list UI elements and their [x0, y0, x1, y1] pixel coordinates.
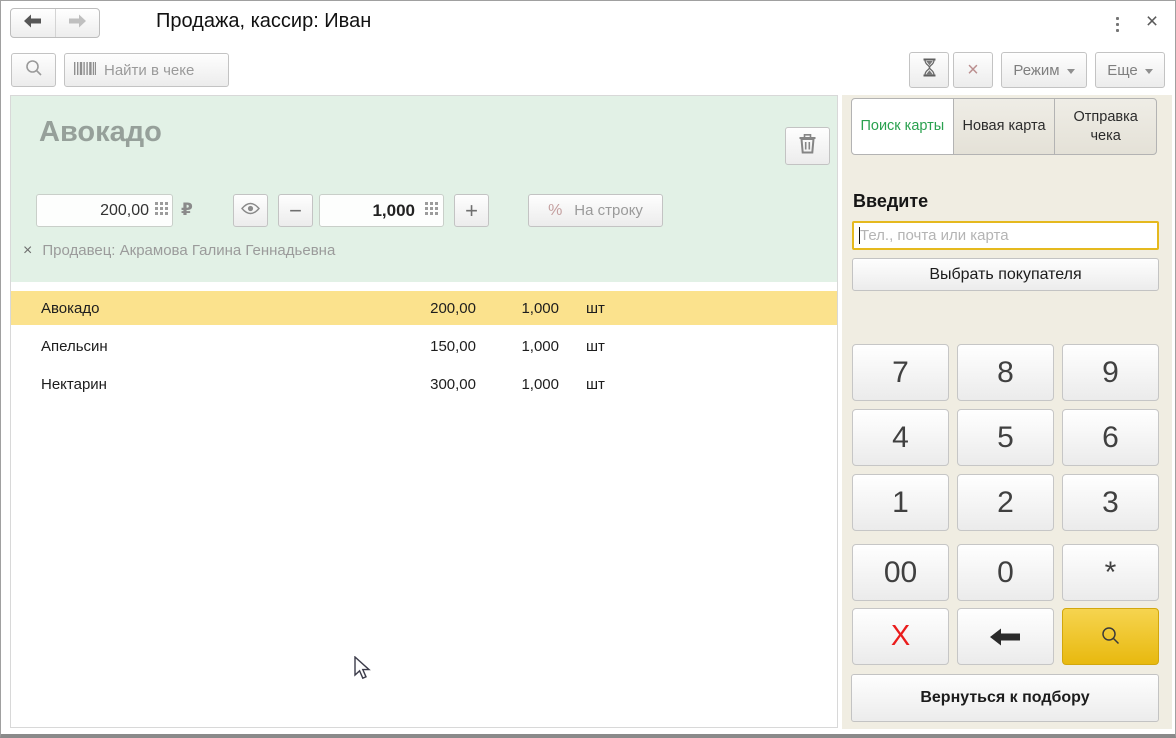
- receipt-cell-unit: шт: [586, 337, 605, 355]
- mode-dropdown[interactable]: Режим: [1001, 52, 1087, 88]
- item-title: Авокадо: [39, 116, 162, 148]
- seller-label: Продавец: Акрамова Галина Геннадьевна: [42, 242, 336, 259]
- keypad-key-0[interactable]: 0: [957, 544, 1054, 601]
- remove-seller-icon[interactable]: ×: [23, 242, 32, 259]
- receipt-cell-price: 150,00: [430, 337, 476, 355]
- quantity-increase-button[interactable]: +: [454, 194, 489, 227]
- select-customer-button[interactable]: Выбрать покупателя: [852, 258, 1159, 291]
- receipt-cell-name: Апельсин: [41, 337, 108, 355]
- keypad-key-star[interactable]: *: [1062, 544, 1159, 601]
- keypad-search-button[interactable]: [1062, 608, 1159, 665]
- eye-icon: [241, 202, 260, 220]
- receipt-cell-price: 300,00: [430, 375, 476, 393]
- text-caret: [859, 227, 860, 244]
- tab-new-card[interactable]: Новая карта: [952, 98, 1056, 155]
- keypad-key-8[interactable]: 8: [957, 344, 1054, 401]
- view-item-button[interactable]: [233, 194, 268, 227]
- receipt-rows: Авокадо 200,00 1,000 шт Апельсин 150,00 1,000 ш…: [11, 291, 837, 405]
- receipt-cell-name: Нектарин: [41, 375, 107, 393]
- hourglass-button[interactable]: [909, 52, 949, 88]
- cancel-button[interactable]: ×: [953, 52, 993, 88]
- current-item-panel: Авокадо 200,00 ₽ − 1,000 + % На строку ×…: [11, 96, 837, 282]
- search-icon: [25, 59, 43, 82]
- keypad-key-00[interactable]: 00: [852, 544, 949, 601]
- tab-send-receipt[interactable]: Отправка чека: [1054, 98, 1158, 155]
- receipt-area: Авокадо 200,00 ₽ − 1,000 + % На строку ×…: [10, 95, 838, 728]
- back-arrow-icon: [23, 14, 42, 33]
- more-dropdown[interactable]: Еще: [1095, 52, 1165, 88]
- keypad-action-row: X: [852, 608, 1159, 665]
- keypad-key-9[interactable]: 9: [1062, 344, 1159, 401]
- customer-panel: Поиск карты Новая карта Отправка чека Введ…: [842, 95, 1172, 729]
- select-customer-label: Выбрать покупателя: [929, 265, 1082, 283]
- kebab-menu-icon[interactable]: [1109, 13, 1125, 35]
- history-nav: [10, 8, 100, 38]
- customer-search-input[interactable]: [852, 221, 1159, 250]
- receipt-cell-price: 200,00: [430, 299, 476, 317]
- line-discount-button[interactable]: % На строку: [528, 194, 663, 227]
- receipt-cell-qty: 1,000: [521, 299, 559, 317]
- enter-heading: Введите: [853, 191, 929, 211]
- currency-label: ₽: [181, 200, 193, 220]
- receipt-row[interactable]: Нектарин 300,00 1,000 шт: [11, 367, 837, 401]
- numpad-grid-icon[interactable]: [155, 201, 168, 220]
- keypad-key-5[interactable]: 5: [957, 409, 1054, 466]
- pos-window: Продажа, кассир: Иван × Найти в чеке × Р…: [0, 0, 1176, 738]
- keypad-key-1[interactable]: 1: [852, 474, 949, 531]
- search-button[interactable]: [11, 53, 56, 87]
- keypad-backspace-button[interactable]: [957, 608, 1054, 665]
- keypad-clear-button[interactable]: X: [852, 608, 949, 665]
- quantity-decrease-button[interactable]: −: [278, 194, 313, 227]
- keypad-row: 00 0 *: [852, 544, 1159, 601]
- quantity-value: 1,000: [372, 200, 415, 220]
- keypad-row: 123: [852, 474, 1159, 531]
- return-to-selection-button[interactable]: Вернуться к подбору: [851, 674, 1159, 722]
- numpad-grid-icon[interactable]: [425, 201, 438, 220]
- forward-arrow-icon: [68, 14, 87, 33]
- quantity-input[interactable]: 1,000: [319, 194, 444, 227]
- back-button[interactable]: [11, 9, 55, 37]
- forward-button[interactable]: [54, 9, 100, 37]
- close-icon[interactable]: ×: [1139, 9, 1165, 35]
- page-title: Продажа, кассир: Иван: [156, 10, 372, 32]
- receipt-row[interactable]: Авокадо 200,00 1,000 шт: [11, 291, 837, 325]
- mode-label: Режим: [1013, 61, 1060, 79]
- search-icon: [1101, 620, 1121, 654]
- receipt-cell-unit: шт: [586, 375, 605, 393]
- keypad-key-3[interactable]: 3: [1062, 474, 1159, 531]
- keypad-key-4[interactable]: 4: [852, 409, 949, 466]
- seller-row: × Продавец: Акрамова Галина Геннадьевна: [23, 242, 335, 259]
- find-in-receipt-placeholder: Найти в чеке: [104, 61, 195, 79]
- delete-item-button[interactable]: [785, 127, 830, 165]
- receipt-cell-unit: шт: [586, 299, 605, 317]
- percent-icon: %: [548, 201, 563, 219]
- barcode-icon: [74, 61, 96, 79]
- keypad-key-2[interactable]: 2: [957, 474, 1054, 531]
- price-input[interactable]: 200,00: [36, 194, 173, 227]
- chevron-down-icon: [1144, 68, 1153, 74]
- receipt-cell-qty: 1,000: [521, 337, 559, 355]
- receipt-cell-name: Авокадо: [41, 299, 100, 317]
- receipt-cell-qty: 1,000: [521, 375, 559, 393]
- return-to-selection-label: Вернуться к подбору: [920, 689, 1090, 706]
- tab-card-search[interactable]: Поиск карты: [851, 98, 954, 155]
- trash-icon: [797, 132, 818, 160]
- more-label: Еще: [1107, 61, 1138, 79]
- keypad-key-6[interactable]: 6: [1062, 409, 1159, 466]
- chevron-down-icon: [1066, 68, 1075, 74]
- keypad-row: 789: [852, 344, 1159, 401]
- customer-tabs: Поиск карты Новая карта Отправка чека: [851, 98, 1158, 155]
- backspace-arrow-icon: [990, 620, 1021, 654]
- receipt-row[interactable]: Апельсин 150,00 1,000 шт: [11, 329, 837, 363]
- hourglass-icon: [922, 58, 937, 82]
- price-value: 200,00: [100, 201, 149, 219]
- keypad-key-7[interactable]: 7: [852, 344, 949, 401]
- find-in-receipt-field[interactable]: Найти в чеке: [64, 53, 229, 87]
- line-discount-label: На строку: [574, 202, 643, 219]
- keypad-row: 456: [852, 409, 1159, 466]
